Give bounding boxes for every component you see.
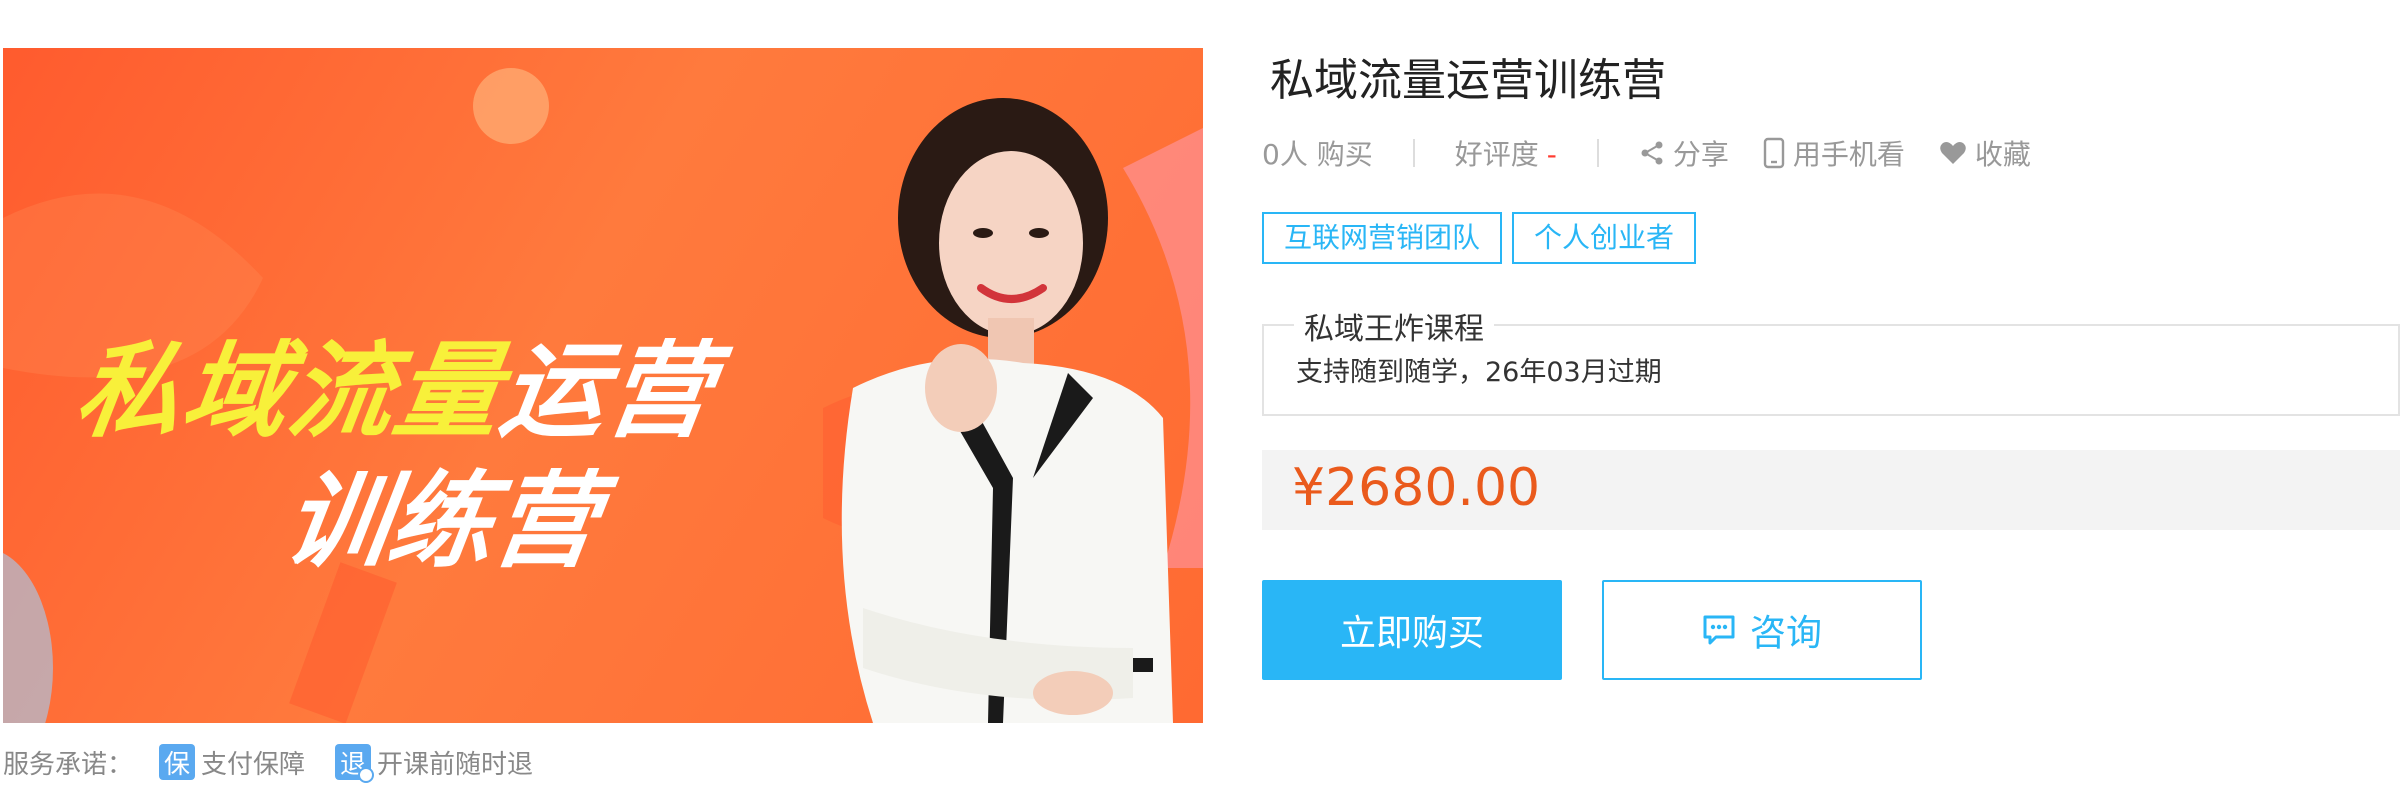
mobile-phone-icon — [1763, 137, 1785, 169]
course-detail-page: 私域流量运营 训练营 服务承诺： 保 支付保障 退 开课前随时退 私域流量运营训… — [0, 0, 2408, 808]
course-source-legend: 私域王炸课程 — [1294, 304, 1494, 348]
course-title: 私域流量运营训练营 — [1270, 55, 1666, 106]
course-banner-image: 私域流量运营 训练营 — [3, 48, 1203, 723]
banner-title-rest: 运营 — [493, 330, 723, 452]
rating: 好评度 - — [1455, 133, 1557, 173]
mobile-view-label: 用手机看 — [1792, 138, 1905, 171]
share-button[interactable]: 分享 — [1639, 133, 1729, 173]
audience-tags: 互联网营销团队 个人创业者 — [1262, 212, 1706, 264]
course-validity-text: 支持随到随学，26年03月过期 — [1296, 357, 1662, 388]
course-source-box: 私域王炸课程 支持随到随学，26年03月过期 — [1262, 304, 2400, 416]
payment-guarantee-icon: 保 — [159, 744, 196, 780]
course-price: ¥2680.00 — [1292, 458, 1541, 518]
rating-value: - — [1546, 138, 1557, 171]
service-item-label: 开课前随时退 — [377, 749, 534, 780]
service-item-label: 支付保障 — [201, 749, 306, 780]
buyer-count: 0人 购买 — [1262, 138, 1373, 171]
consult-label: 咨询 — [1749, 613, 1822, 654]
price-box: ¥2680.00 — [1262, 450, 2400, 530]
service-promise: 服务承诺： 保 支付保障 退 开课前随时退 — [3, 742, 563, 783]
service-promise-label: 服务承诺： — [3, 749, 134, 780]
consult-button[interactable]: 咨询 — [1602, 580, 1922, 680]
divider — [1412, 139, 1415, 167]
clock-icon — [358, 767, 375, 783]
chat-bubble-icon — [1703, 615, 1735, 645]
presenter-figure — [841, 98, 1173, 723]
banner-title-line-1: 私域流量运营 — [68, 306, 725, 457]
service-item-payment: 保 支付保障 — [159, 744, 305, 781]
banner-title-highlight: 私域流量 — [69, 330, 511, 452]
buy-now-button[interactable]: 立即购买 — [1262, 580, 1562, 680]
share-label: 分享 — [1672, 138, 1729, 171]
banner-title-line-2: 训练营 — [277, 460, 607, 582]
rating-label: 好评度 — [1454, 138, 1539, 171]
heart-icon — [1940, 142, 1966, 164]
share-icon — [1641, 141, 1663, 165]
favorite-button[interactable]: 收藏 — [1939, 133, 2031, 173]
service-item-refund: 退 开课前随时退 — [335, 744, 534, 783]
course-meta-row: 0人 购买 好评度 - 分享 用手机看 收藏 — [1262, 128, 2065, 178]
refund-icon: 退 — [335, 744, 375, 783]
tag-internet-marketing-team[interactable]: 互联网营销团队 — [1262, 212, 1503, 264]
tag-individual-entrepreneur[interactable]: 个人创业者 — [1512, 212, 1697, 264]
favorite-label: 收藏 — [1974, 138, 2031, 171]
divider — [1596, 139, 1599, 167]
mobile-view-button[interactable]: 用手机看 — [1763, 133, 1905, 173]
